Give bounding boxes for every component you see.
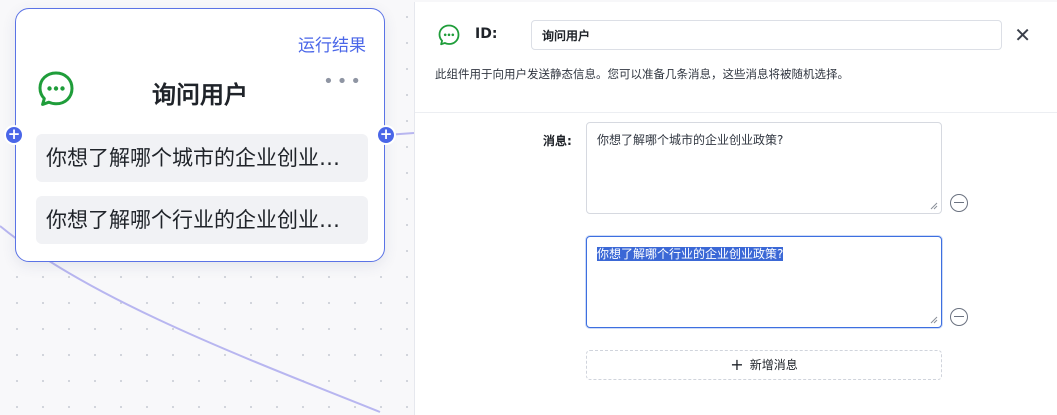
id-label: ID: <box>475 26 498 42</box>
output-port-plus-icon[interactable]: + <box>378 127 394 143</box>
workflow-canvas[interactable]: 运行结果 询问用户 ••• 你想了解哪个城市的企业创业政策? 你想了解哪个行业的… <box>0 0 414 415</box>
more-options-icon[interactable]: ••• <box>323 71 364 92</box>
resize-grip-icon[interactable] <box>930 202 938 210</box>
message-textarea[interactable]: 你想了解哪个城市的企业创业政策? <box>586 122 942 214</box>
ask-user-node[interactable]: 运行结果 询问用户 ••• 你想了解哪个城市的企业创业政策? 你想了解哪个行业的… <box>15 8 385 262</box>
close-icon[interactable]: ✕ <box>1014 22 1031 48</box>
message-textarea[interactable]: 你想了解哪个行业的企业创业政策? <box>586 236 942 328</box>
id-input[interactable] <box>531 20 1002 50</box>
panel-header: ID: ✕ 此组件用于向用户发送静态信息。您可以准备几条消息，这些消息将被随机选… <box>415 2 1057 113</box>
add-message-button[interactable]: + 新增消息 <box>586 350 942 380</box>
remove-message-button[interactable] <box>950 308 968 326</box>
plus-icon: + <box>730 355 744 374</box>
add-message-label: 新增消息 <box>749 358 798 372</box>
chat-bubble-icon <box>438 24 460 46</box>
messages-label: 消息: <box>543 134 572 148</box>
remove-message-button[interactable] <box>950 194 968 212</box>
node-settings-panel: ID: ✕ 此组件用于向用户发送静态信息。您可以准备几条消息，这些消息将被随机选… <box>414 2 1057 415</box>
run-result-link[interactable]: 运行结果 <box>298 31 366 56</box>
input-port-plus-icon[interactable]: + <box>6 127 22 143</box>
node-message-item[interactable]: 你想了解哪个城市的企业创业政策? <box>36 134 368 182</box>
resize-grip-icon[interactable] <box>930 316 938 324</box>
component-description: 此组件用于向用户发送静态信息。您可以准备几条消息，这些消息将被随机选择。 <box>435 67 849 81</box>
message-text-selected: 你想了解哪个行业的企业创业政策? <box>597 247 784 261</box>
message-text: 你想了解哪个城市的企业创业政策? <box>597 133 784 147</box>
node-message-item[interactable]: 你想了解哪个行业的企业创业政策? <box>36 196 368 244</box>
